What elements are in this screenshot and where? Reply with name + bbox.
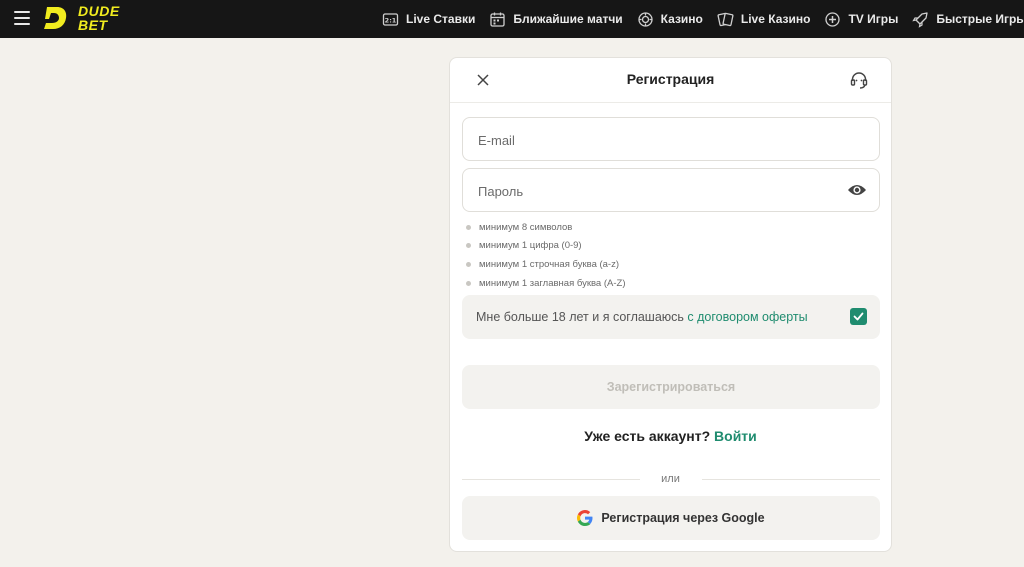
password-rules: минимум 8 символов минимум 1 цифра (0-9)… [466,218,866,292]
bullet-icon [466,224,471,230]
google-icon [577,510,593,526]
have-account-text: Уже есть аккаунт? [584,428,715,444]
page-title: Регистрация [626,71,715,87]
main-nav: 2:1 Live Ставки Ближайшие матчи Казино L… [382,0,1024,38]
logo-d-icon [44,7,67,29]
top-bar: DUDE BET 2:1 Live Ставки Ближайшие матчи… [0,0,1024,38]
or-label: или [661,473,680,485]
bullet-icon [466,261,471,267]
registration-panel: Регистрация минимум 8 символов минимум 1… [449,57,892,552]
google-button-label: Регистрация через Google [601,511,765,525]
calendar-icon [490,12,505,27]
casino-chip-icon [638,11,653,27]
support-icon[interactable] [849,70,869,90]
google-register-button[interactable]: Регистрация через Google [462,496,880,540]
login-link[interactable]: Войти [714,428,757,444]
cards-icon [717,12,734,26]
logo-text: DUDE BET [78,3,120,33]
nav-upcoming-matches[interactable]: Ближайшие матчи [489,11,623,28]
offer-agreement-link[interactable]: с договором оферты [687,310,807,324]
rocket-icon [912,11,928,28]
agree-label: Мне больше 18 лет и я соглашаюсь [476,310,688,324]
terms-checkbox[interactable] [850,308,867,325]
register-button[interactable]: Зарегистрироваться [462,365,880,409]
rule-item: минимум 1 строчная буква (a-z) [466,255,866,274]
email-field[interactable] [462,117,880,162]
bullet-icon [466,243,471,249]
login-prompt: Уже есть аккаунт? Войти [450,428,891,444]
terms-agreement[interactable]: Мне больше 18 лет и я соглашаюсь с догов… [462,295,880,339]
live-bets-icon: 2:1 [382,12,399,26]
password-input[interactable] [476,169,840,213]
tv-games-icon [825,11,841,27]
nav-casino[interactable]: Казино [637,11,703,28]
checkmark-icon [853,312,864,321]
password-field[interactable] [462,168,880,213]
rule-item: минимум 1 заглавная буква (A-Z) [466,274,866,293]
email-input[interactable] [476,118,840,162]
rule-item: минимум 1 цифра (0-9) [466,237,866,256]
nav-tv-games[interactable]: TV Игры [824,11,898,28]
eye-icon[interactable] [847,182,867,198]
nav-live-bets[interactable]: 2:1 Live Ставки [382,11,475,28]
menu-icon[interactable] [14,11,30,25]
nav-live-casino[interactable]: Live Казино [717,11,810,28]
svg-text:2:1: 2:1 [385,16,397,24]
bullet-icon [466,280,471,286]
panel-header: Регистрация [450,58,891,103]
nav-fast-games[interactable]: Быстрые Игры [912,11,1024,28]
logo[interactable]: DUDE BET [44,2,128,34]
rule-item: минимум 8 символов [466,218,866,237]
